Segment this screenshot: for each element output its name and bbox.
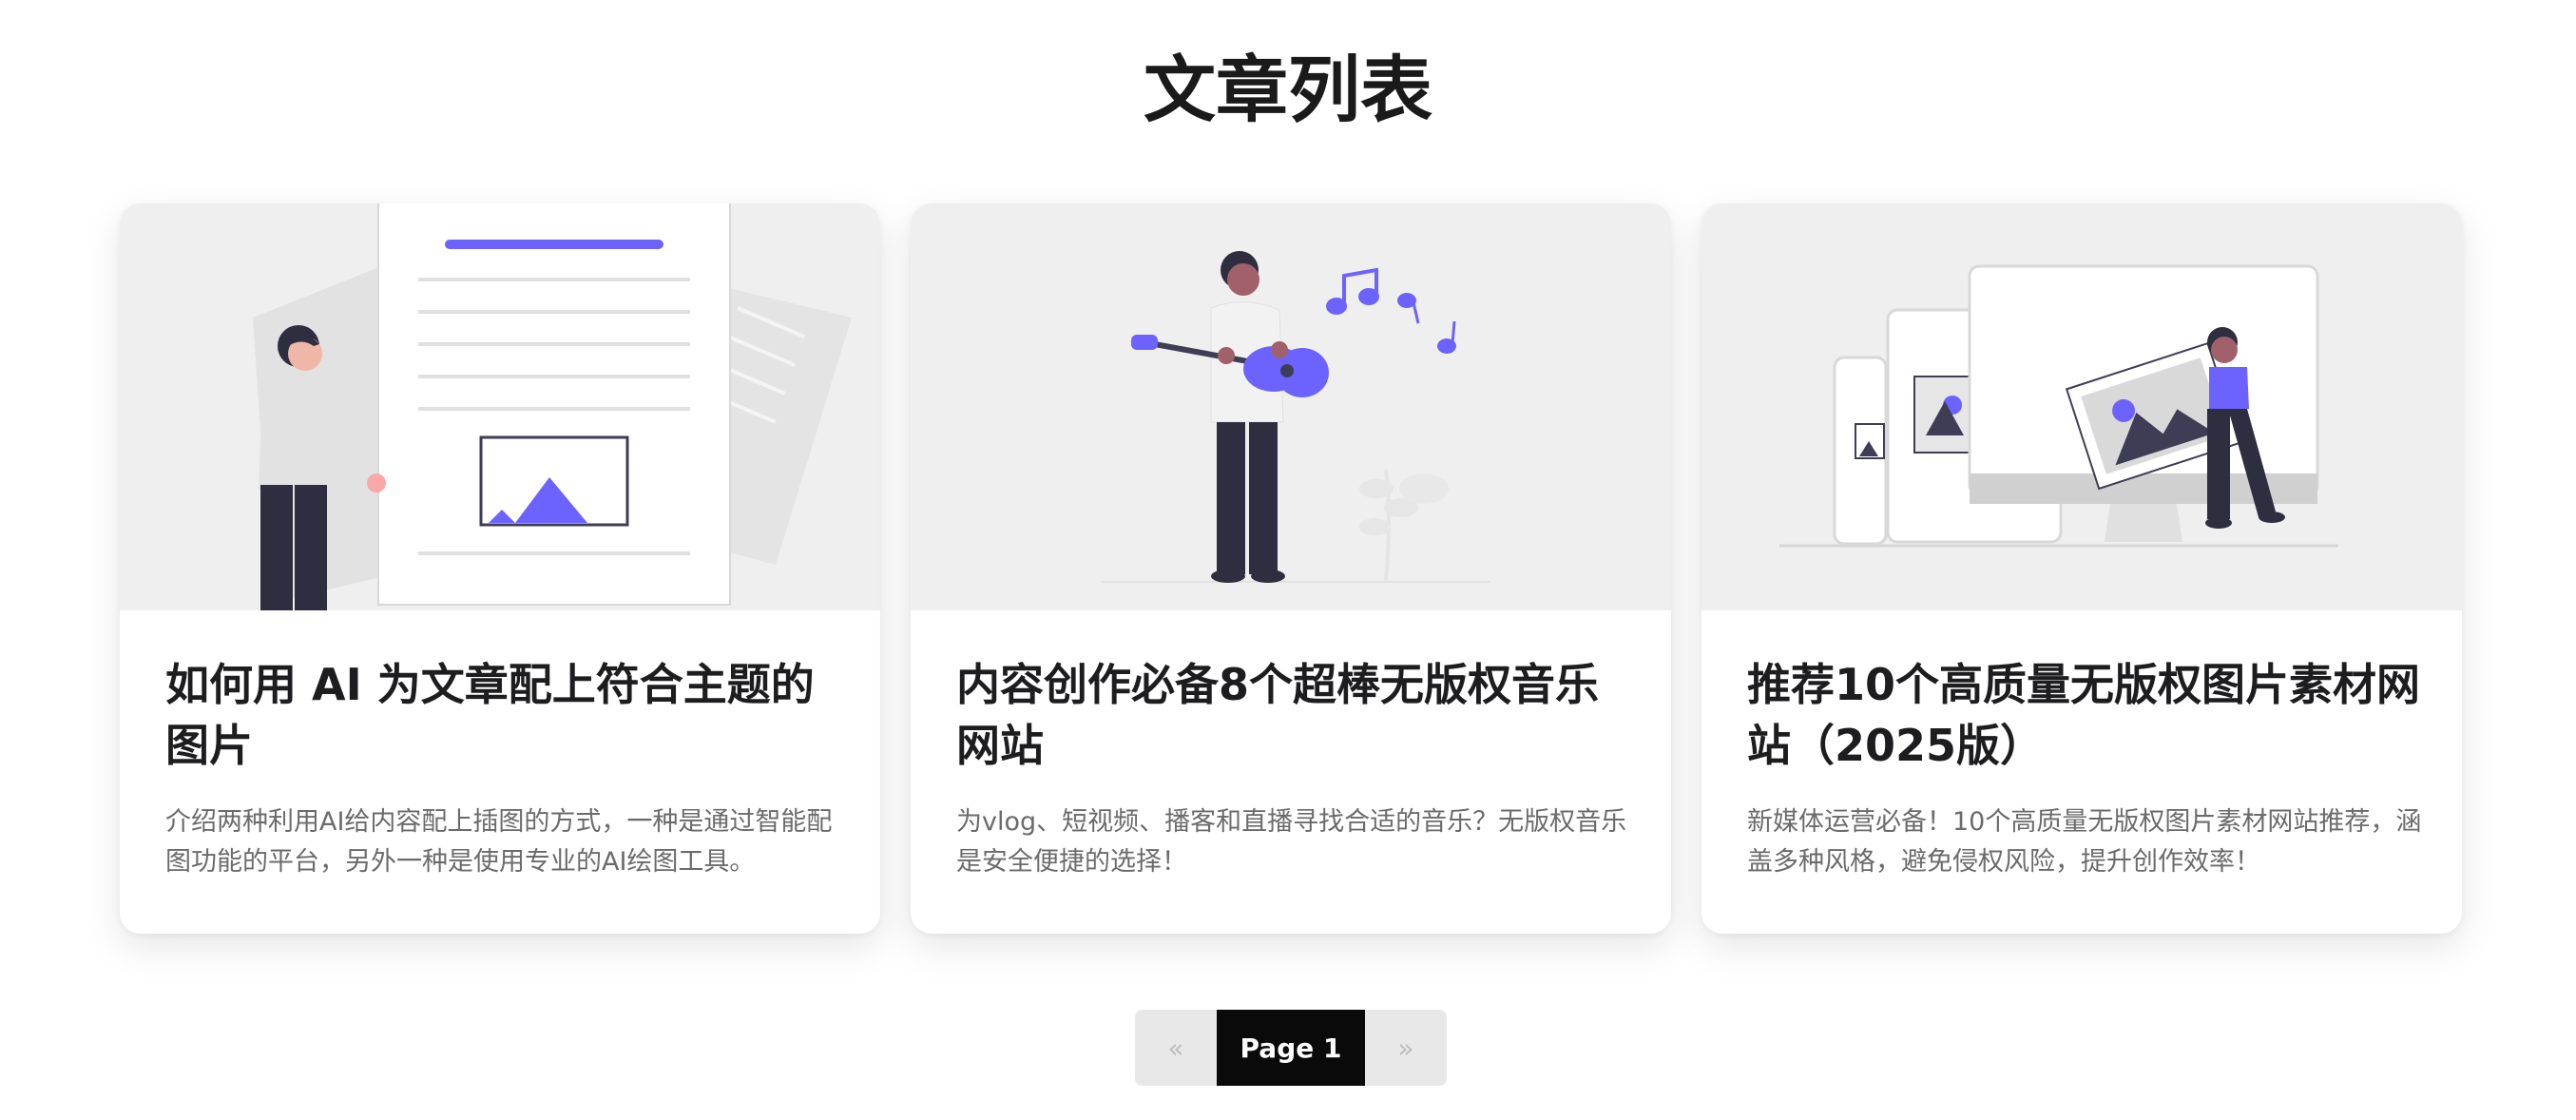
- page-title: 文章列表: [1144, 48, 1432, 132]
- person-presenting-document-icon: [120, 203, 880, 610]
- article-description: 新媒体运营必备！10个高质量无版权图片素材网站推荐，涵盖多种风格，避免侵权风险，…: [1747, 807, 2422, 877]
- previous-page-button[interactable]: «: [1135, 1010, 1217, 1086]
- article-card-body: 内容创作必备8个超棒无版权音乐网站 为vlog、短视频、播客和直播寻找合适的音乐…: [956, 654, 1631, 882]
- article-list: 如何用 AI 为文章配上符合主题的图片 介绍两种利用AI给内容配上插图的方式，一…: [120, 203, 2462, 934]
- article-title[interactable]: 如何用 AI 为文章配上符合主题的图片: [165, 654, 840, 776]
- person-playing-guitar-icon: [911, 203, 1671, 610]
- article-card[interactable]: 内容创作必备8个超棒无版权音乐网站 为vlog、短视频、播客和直播寻找合适的音乐…: [911, 203, 1671, 934]
- current-page-indicator[interactable]: Page 1: [1217, 1010, 1365, 1086]
- article-card[interactable]: 如何用 AI 为文章配上符合主题的图片 介绍两种利用AI给内容配上插图的方式，一…: [120, 203, 880, 934]
- next-page-button[interactable]: »: [1365, 1010, 1447, 1086]
- article-card[interactable]: 推荐10个高质量无版权图片素材网站（2025版） 新媒体运营必备！10个高质量无…: [1701, 203, 2462, 934]
- article-description: 为vlog、短视频、播客和直播寻找合适的音乐？无版权音乐是安全便捷的选择！: [956, 807, 1627, 877]
- article-title[interactable]: 推荐10个高质量无版权图片素材网站（2025版）: [1747, 654, 2422, 776]
- article-card-body: 如何用 AI 为文章配上符合主题的图片 介绍两种利用AI给内容配上插图的方式，一…: [165, 654, 840, 882]
- article-title[interactable]: 内容创作必备8个超棒无版权音乐网站: [956, 654, 1631, 776]
- article-description: 介绍两种利用AI给内容配上插图的方式，一种是通过智能配图功能的平台，另外一种是使…: [165, 807, 833, 877]
- article-card-body: 推荐10个高质量无版权图片素材网站（2025版） 新媒体运营必备！10个高质量无…: [1747, 654, 2422, 882]
- pagination: « Page 1 »: [1135, 1010, 1447, 1086]
- person-carrying-picture-devices-icon: [1701, 203, 2462, 610]
